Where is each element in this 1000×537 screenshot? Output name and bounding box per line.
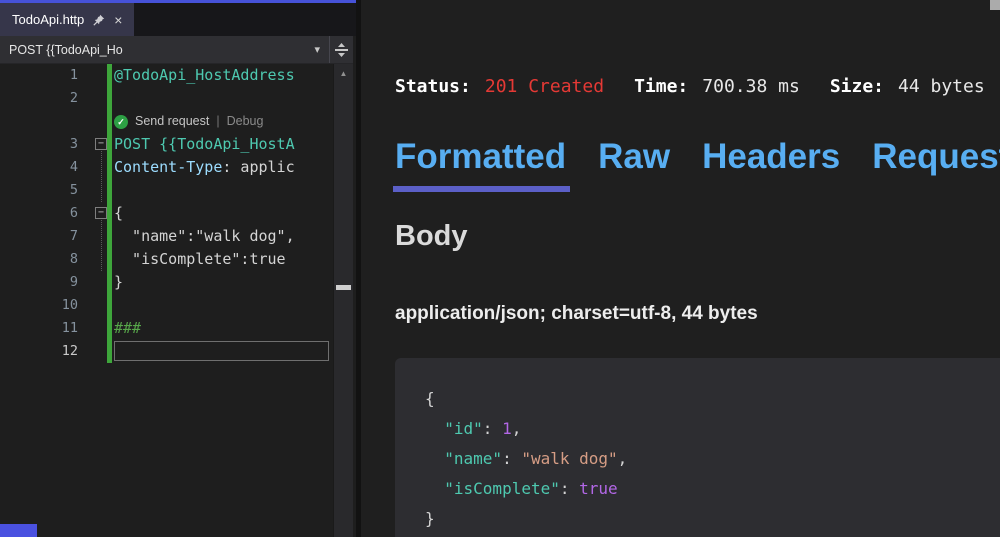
editor-line-8[interactable]: 8 "isComplete":true [0,248,333,271]
file-tab-title: TodoApi.http [12,12,84,27]
time-label: Time: [634,76,688,97]
json-line: } [425,504,1000,534]
editor-line-12[interactable]: 12 [0,340,333,363]
editor-line-6[interactable]: 6 −{ [0,202,333,225]
code-text: ### [114,317,141,340]
send-request-link[interactable]: Send request [135,110,209,133]
tab-formatted[interactable]: Formatted [395,134,566,180]
code-text: { [114,202,123,225]
dropdown-caret-icon: ▾ [314,43,320,56]
code-text: Content-Type: applic [114,156,295,179]
editor-line-5[interactable]: 5 [0,179,333,202]
fold-collapse-icon[interactable]: − [95,138,107,150]
line-number: 7 [0,225,78,248]
pin-icon[interactable] [93,14,105,26]
request-selector-value: POST {{TodoApi_Ho [9,43,123,57]
editor-line-11[interactable]: 11 ### [0,317,333,340]
file-tab-todoapi[interactable]: TodoApi.http × [0,3,134,36]
json-line: "isComplete": true [425,474,1000,504]
codelens-row[interactable]: ✓ Send request | Debug [0,110,333,133]
code-text: POST {{TodoApi_HostA [114,133,295,156]
scroll-up-icon[interactable]: ▲ [334,64,353,78]
code-editor[interactable]: 1 @TodoApi_HostAddress 2 ✓ Send request | Debu… [0,64,333,537]
request-selector-dropdown[interactable]: POST {{TodoApi_Ho ▾ [0,36,330,63]
code-text: @TodoApi_HostAddress [114,64,295,87]
tab-headers[interactable]: Headers [702,134,840,180]
visual-studio-window: TodoApi.http × POST {{TodoApi_Ho ▾ [0,0,1000,537]
line-number: 8 [0,248,78,271]
json-line: "id": 1, [425,414,1000,444]
code-text: "name":"walk dog", [114,225,295,248]
json-line: "name": "walk dog", [425,444,1000,474]
code-text: "isComplete":true [114,248,286,271]
tab-request[interactable]: Request [872,134,1000,180]
response-scrollbar-thumb[interactable] [990,0,1000,10]
line-number: 10 [0,294,78,317]
editor-line-9[interactable]: 9} [0,271,333,294]
editor-rows: 1 @TodoApi_HostAddress 2 ✓ Send request | Debu… [0,64,333,363]
json-line: { [425,384,1000,414]
caret-line-box [114,341,329,361]
line-number: 6 [0,202,78,225]
editor-vertical-scrollbar[interactable]: ▲ [333,64,353,537]
time-value: 700.38 ms [702,76,800,97]
content-type-text: application/json; charset=utf-8, 44 byte… [395,303,758,325]
line-number: 2 [0,87,78,110]
line-number [0,110,78,133]
body-section-heading: Body [395,220,468,253]
code-text: } [114,271,123,294]
line-number: 1 [0,64,78,87]
line-number: 4 [0,156,78,179]
size-label: Size: [830,76,884,97]
fold-collapse-icon[interactable]: − [95,207,107,219]
line-number: 11 [0,317,78,340]
status-label: Status: [395,76,471,97]
status-value: 201 Created [485,76,604,97]
response-json-block: { "id": 1, "name": "walk dog", "isComple… [395,358,1000,537]
close-icon[interactable]: × [114,13,122,27]
tab-raw[interactable]: Raw [598,134,670,180]
editor-line-10[interactable]: 10 [0,294,333,317]
editor-line-3[interactable]: 3 −POST {{TodoApi_HostA [0,133,333,156]
send-success-check-icon: ✓ [114,115,128,129]
editor-line-4[interactable]: 4 Content-Type: applic [0,156,333,179]
debug-link[interactable]: Debug [227,110,264,133]
response-pane: Status: 201 Created Time: 700.38 ms Size… [361,0,1000,537]
response-tabs: Formatted Raw Headers Request [395,134,1000,180]
split-window-icon[interactable] [330,36,353,63]
editor-line-7[interactable]: 7 "name":"walk dog", [0,225,333,248]
editor-toolbar: POST {{TodoApi_Ho ▾ [0,36,353,64]
line-number: 5 [0,179,78,202]
document-tab-strip: TodoApi.http × [0,3,356,36]
line-number: 9 [0,271,78,294]
editor-pane: TodoApi.http × POST {{TodoApi_Ho ▾ [0,0,356,537]
status-bar-corner [0,524,37,537]
editor-scrollbar-thumb[interactable] [336,285,351,290]
line-number: 3 [0,133,78,156]
editor-line-2[interactable]: 2 [0,87,333,110]
line-number: 12 [0,340,78,363]
codelens-separator: | [216,110,219,133]
editor-line-1[interactable]: 1 @TodoApi_HostAddress [0,64,333,87]
size-value: 44 bytes [898,76,985,97]
response-status-row: Status: 201 Created Time: 700.38 ms Size… [395,76,1000,97]
